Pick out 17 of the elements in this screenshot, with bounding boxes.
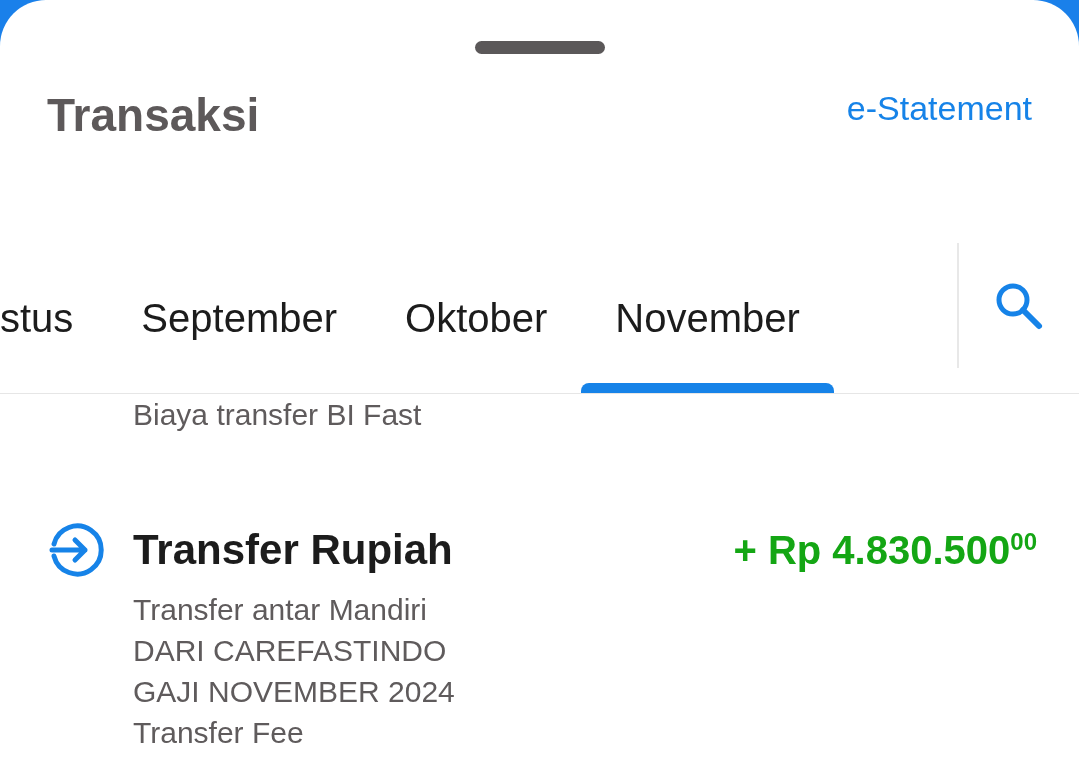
page-title: Transaksi [47, 88, 260, 143]
transaction-title: Transfer Rupiah [133, 525, 454, 575]
e-statement-link[interactable]: e-Statement [846, 88, 1032, 128]
transaction-amount: + Rp 4.830.500$^{00}$ [733, 527, 1037, 574]
transaction-detail: Transfer Fee [133, 715, 305, 751]
transaction-detail: DARI CAREFASTINDO [133, 633, 448, 669]
month-tab[interactable]: stus [0, 243, 108, 393]
month-tab[interactable]: September [107, 243, 372, 393]
transaction-detail: GAJI NOVEMBER 2024 [133, 674, 456, 710]
drag-handle[interactable] [474, 41, 605, 54]
arrow-in-circle-icon [49, 522, 105, 578]
transaction-detail: Transfer antar Mandiri [133, 592, 428, 628]
search-icon [994, 281, 1044, 331]
search-button[interactable] [994, 281, 1044, 331]
transaction-detail: Biaya transfer BI Fast [133, 397, 423, 433]
month-tab[interactable]: November [581, 243, 834, 393]
month-tab[interactable]: Oktober [371, 243, 582, 393]
